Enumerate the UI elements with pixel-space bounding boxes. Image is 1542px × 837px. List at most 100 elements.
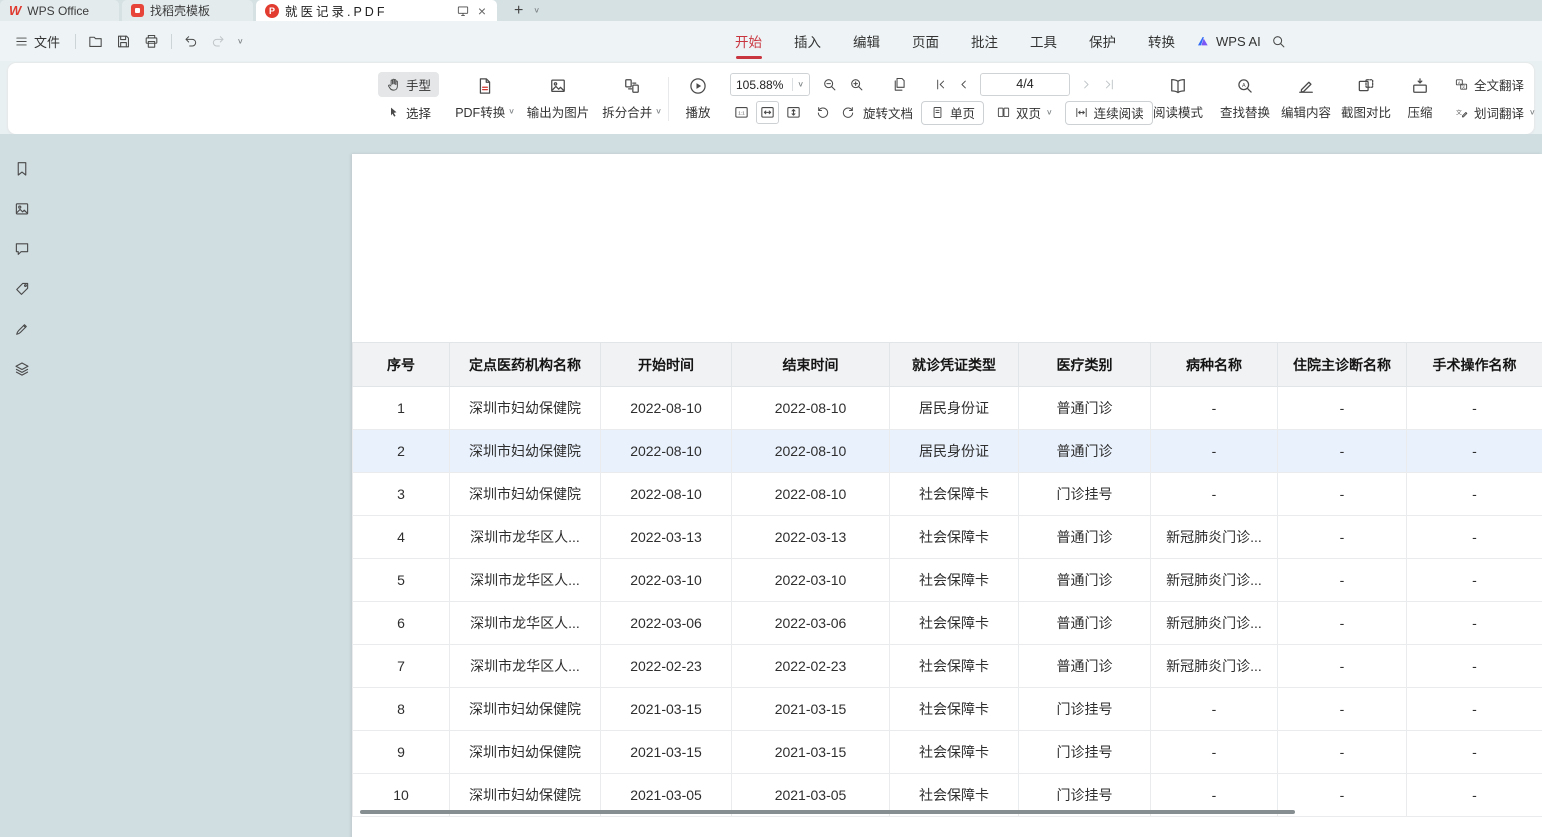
hand-tool-button[interactable]: 手型 — [378, 72, 439, 97]
export-image-button[interactable]: 输出为图片 — [520, 71, 596, 126]
print-icon[interactable] — [143, 33, 160, 50]
page-layout-row: 旋转文档 单页 双页 ∨ 连续阅读 — [730, 100, 1153, 125]
wps-ai-button[interactable]: WPS AI — [1195, 21, 1261, 61]
last-page-button[interactable] — [1098, 73, 1121, 96]
window-tab-bar: W WPS Office 找稻壳模板 P 就医记录.PDF × + ∨ — [0, 0, 1542, 21]
pdf-page: 序号定点医药机构名称开始时间结束时间就诊凭证类型医疗类别病种名称住院主诊断名称手… — [352, 154, 1542, 837]
thumbnails-panel-icon[interactable] — [13, 200, 31, 218]
table-cell: 新冠肺炎门诊... — [1151, 516, 1278, 559]
ribbon-tab-tools[interactable]: 工具 — [1028, 20, 1059, 62]
bookmarks-panel-icon[interactable] — [13, 160, 31, 178]
save-icon[interactable] — [115, 33, 132, 50]
ribbon-toolbar: 手型 选择 PDF转换∨ 输出为图片 拆分合并∨ 播放 — [8, 63, 1534, 134]
close-tab-icon[interactable]: × — [476, 4, 488, 18]
undo-icon[interactable] — [183, 33, 199, 49]
file-menu-button[interactable]: 文件 — [10, 29, 64, 54]
annotations-panel-icon[interactable] — [13, 280, 31, 298]
open-file-icon[interactable] — [87, 33, 104, 50]
table-cell: 社会保障卡 — [890, 645, 1019, 688]
ribbon-tab-insert[interactable]: 插入 — [792, 20, 823, 62]
split-merge-label: 拆分合并 — [602, 102, 652, 121]
table-cell: 2022-08-10 — [732, 430, 890, 473]
fit-page-button[interactable] — [782, 101, 805, 124]
table-cell: 1 — [353, 387, 450, 430]
table-cell: 8 — [353, 688, 450, 731]
table-cell: 普通门诊 — [1019, 559, 1151, 602]
table-cell: - — [1278, 559, 1407, 602]
continuous-reading-label: 连续阅读 — [1094, 103, 1144, 122]
ribbon-tab-home[interactable]: 开始 — [733, 20, 764, 62]
table-cell: 深圳市妇幼保健院 — [450, 473, 601, 516]
comments-panel-icon[interactable] — [13, 240, 31, 258]
play-button[interactable]: 播放 — [674, 71, 722, 126]
word-translate-button[interactable]: 划词翻译 ∨ — [1446, 100, 1542, 125]
continuous-reading-button[interactable]: 连续阅读 — [1065, 101, 1153, 125]
select-tool-button[interactable]: 选择 — [378, 100, 439, 125]
first-page-button[interactable] — [929, 73, 952, 96]
table-cell: 深圳市龙华区人... — [450, 516, 601, 559]
single-page-button[interactable]: 单页 — [921, 101, 984, 125]
search-button[interactable] — [1270, 21, 1287, 61]
table-cell: 新冠肺炎门诊... — [1151, 645, 1278, 688]
new-tab-button[interactable]: + — [514, 3, 523, 19]
ribbon-tab-edit[interactable]: 编辑 — [851, 20, 882, 62]
chevron-down-icon: ∨ — [1529, 109, 1536, 117]
tab-list-chevron-icon[interactable]: ∨ — [533, 7, 540, 15]
table-cell: 深圳市妇幼保健院 — [450, 387, 601, 430]
column-header: 医疗类别 — [1019, 343, 1151, 387]
table-cell: 社会保障卡 — [890, 688, 1019, 731]
page-number-input[interactable]: 4/4 — [980, 73, 1070, 96]
ribbon-tab-comment[interactable]: 批注 — [969, 20, 1000, 62]
word-translate-label: 划词翻译 — [1474, 103, 1524, 122]
separator — [792, 78, 793, 91]
zoom-in-icon — [848, 76, 865, 93]
extract-pages-button[interactable] — [888, 73, 911, 96]
signature-panel-icon[interactable] — [13, 320, 31, 338]
find-replace-button[interactable]: 查找替换 — [1213, 71, 1277, 126]
previous-page-button[interactable] — [952, 73, 975, 96]
actual-size-button[interactable] — [730, 101, 753, 124]
rotate-doc-label[interactable]: 旋转文档 — [863, 103, 913, 122]
next-page-button[interactable] — [1075, 73, 1098, 96]
table-cell: - — [1278, 430, 1407, 473]
table-cell: 2021-03-15 — [601, 688, 732, 731]
ribbon-tab-convert[interactable]: 转换 — [1146, 20, 1177, 62]
layers-panel-icon[interactable] — [13, 360, 31, 378]
rotate-right-button[interactable] — [836, 101, 859, 124]
double-page-button[interactable]: 双页 ∨ — [988, 100, 1061, 125]
monitor-icon[interactable] — [456, 4, 470, 18]
compress-icon — [1410, 76, 1430, 96]
export-image-label: 输出为图片 — [527, 102, 590, 121]
table-cell: 9 — [353, 731, 450, 774]
chevron-down-icon: ∨ — [508, 108, 515, 116]
table-cell: 2022-03-10 — [732, 559, 890, 602]
table-cell: 社会保障卡 — [890, 731, 1019, 774]
tab-wps-office[interactable]: W WPS Office — [0, 0, 119, 21]
tab-medical-record-pdf[interactable]: P 就医记录.PDF × — [256, 0, 497, 21]
rotate-left-button[interactable] — [811, 101, 834, 124]
zoom-out-button[interactable] — [818, 73, 841, 96]
undo-history-chevron-icon[interactable]: ∨ — [237, 37, 244, 45]
horizontal-scrollbar-thumb[interactable] — [360, 810, 1295, 814]
table-cell: - — [1151, 731, 1278, 774]
table-row: 1深圳市妇幼保健院2022-08-102022-08-10居民身份证普通门诊--… — [353, 387, 1542, 430]
zoom-in-button[interactable] — [845, 73, 868, 96]
tab-docer-templates[interactable]: 找稻壳模板 — [122, 0, 253, 21]
full-translate-button[interactable]: 全文翻译 — [1446, 72, 1542, 97]
edit-content-button[interactable]: 编辑内容 — [1274, 71, 1338, 126]
screenshot-compare-button[interactable]: 截图对比 — [1334, 71, 1398, 126]
fit-width-button[interactable] — [756, 101, 779, 124]
fit-width-icon — [759, 104, 776, 121]
table-cell: 6 — [353, 602, 450, 645]
compress-button[interactable]: 压缩 — [1396, 71, 1444, 126]
split-merge-button[interactable]: 拆分合并∨ — [596, 71, 668, 126]
zoom-level-dropdown[interactable]: 105.88% ∨ — [730, 73, 810, 96]
ribbon-tab-page[interactable]: 页面 — [910, 20, 941, 62]
redo-icon[interactable] — [210, 33, 226, 49]
pdf-convert-label: PDF转换 — [455, 102, 505, 121]
table-cell: 2022-03-06 — [732, 602, 890, 645]
ribbon-tab-protect[interactable]: 保护 — [1087, 20, 1118, 62]
read-mode-button[interactable]: 阅读模式 — [1146, 71, 1210, 126]
double-page-icon — [996, 105, 1011, 120]
pdf-convert-button[interactable]: PDF转换∨ — [450, 71, 520, 126]
